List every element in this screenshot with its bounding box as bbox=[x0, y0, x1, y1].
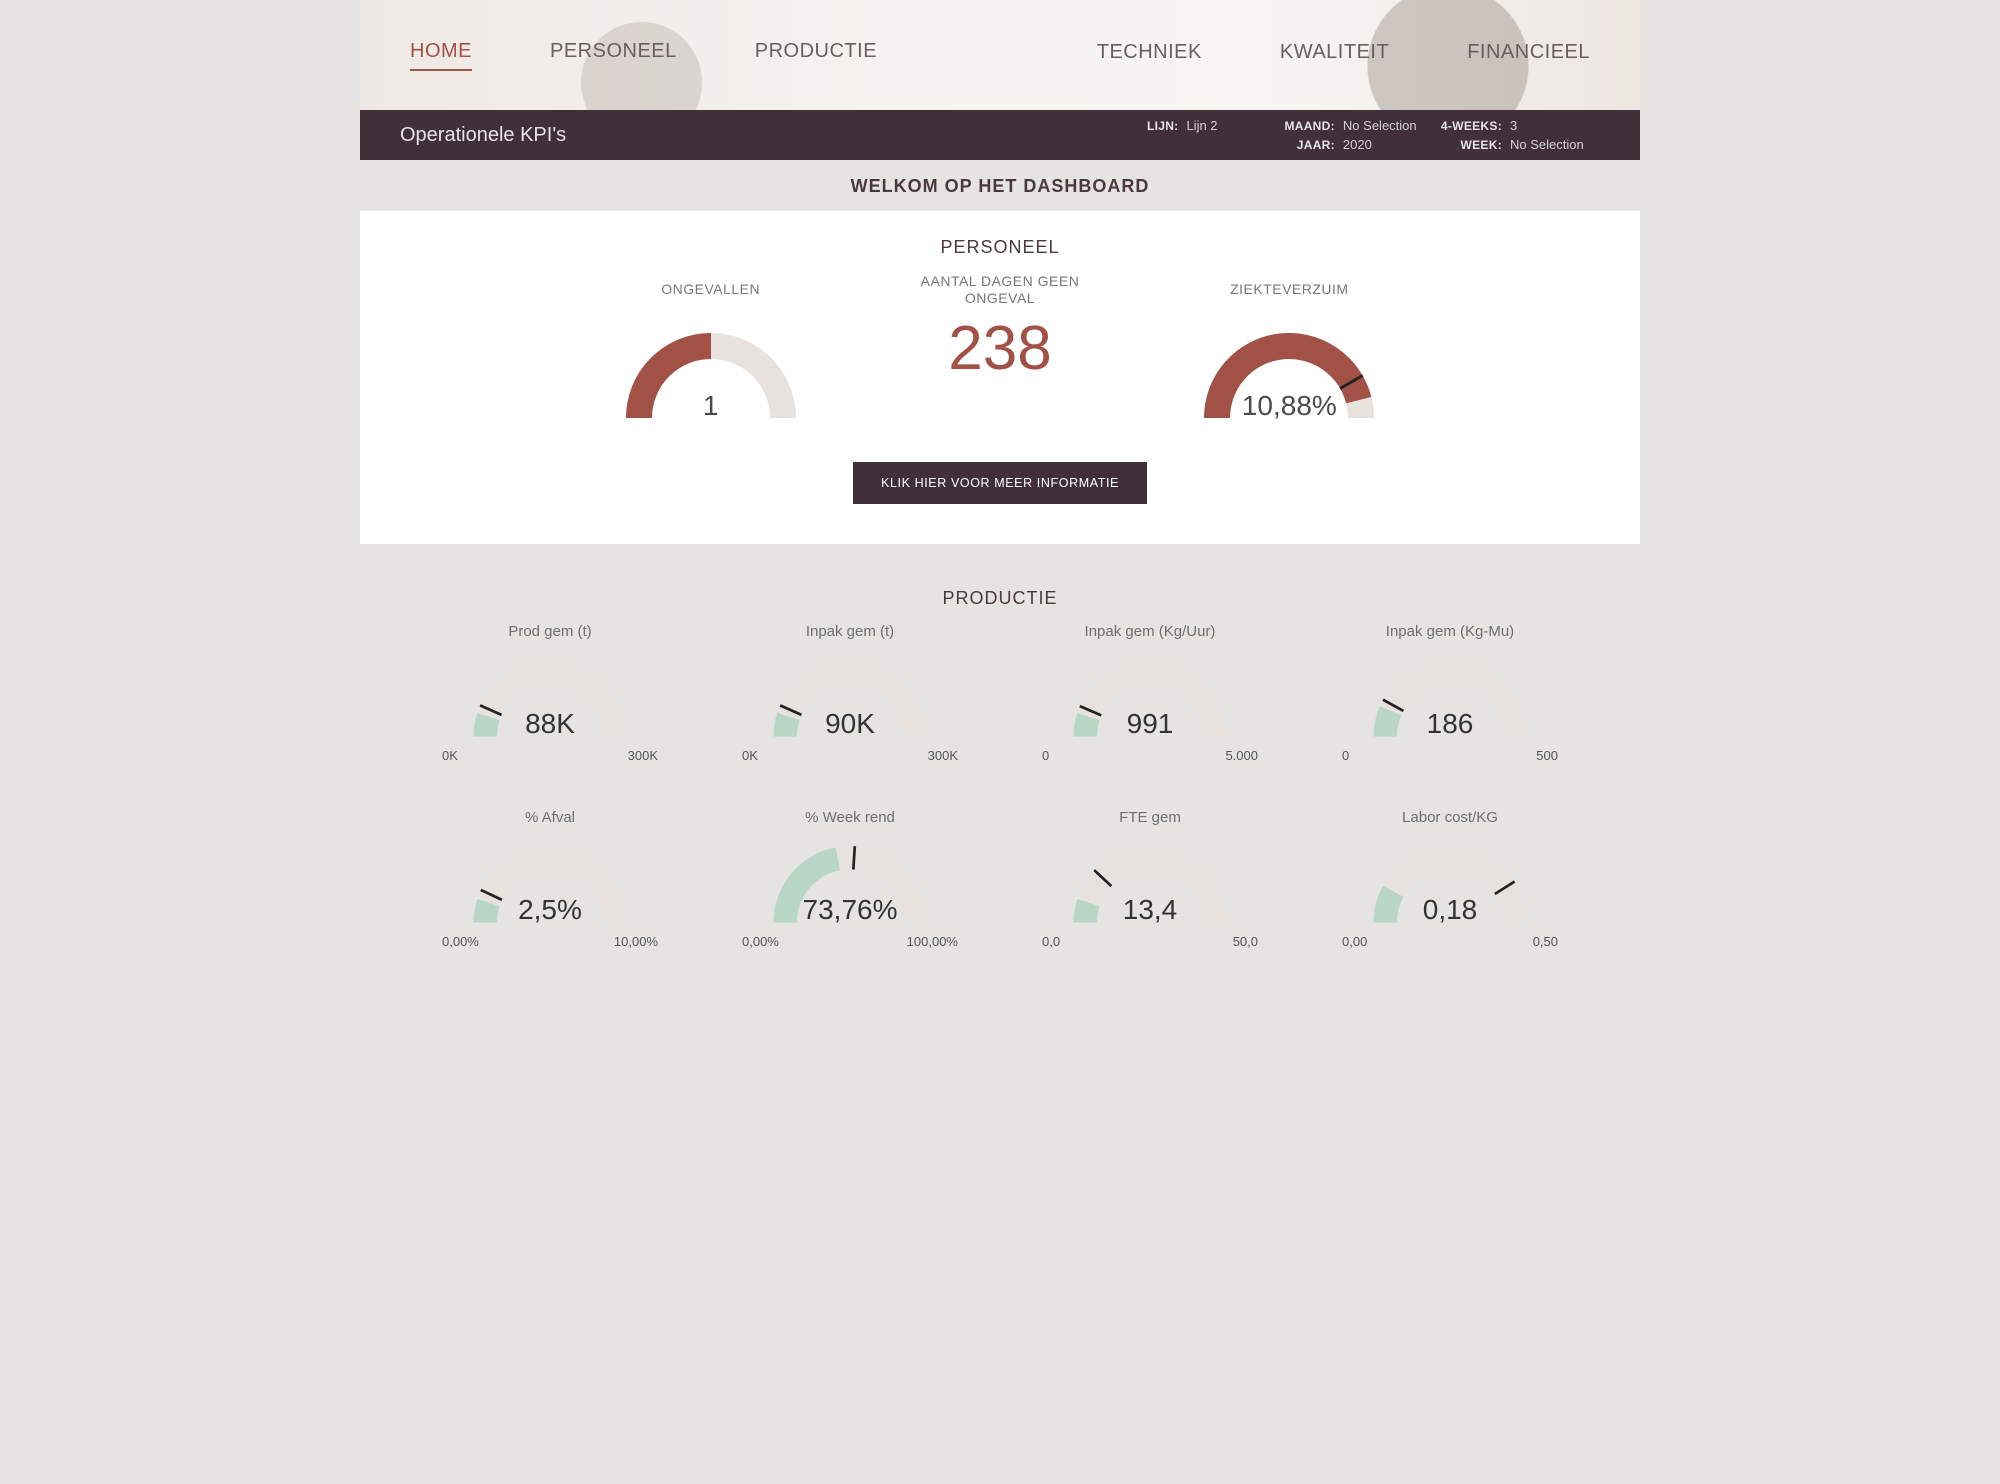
gauge-title-6: FTE gem bbox=[1020, 809, 1280, 826]
gauge-max-0: 300K bbox=[628, 748, 658, 763]
kpi-bar: Operationele KPI's LIJN: Lijn 2 MAAND: N… bbox=[360, 110, 1640, 160]
gauge-title-2: Inpak gem (Kg/Uur) bbox=[1020, 623, 1280, 640]
gauge-title-4: % Afval bbox=[420, 809, 680, 826]
gauge-value-0: 88K bbox=[460, 708, 640, 740]
personeel-panel: PERSONEEL ONGEVALLEN 1 AANTAL DAGEN GEEN… bbox=[360, 211, 1640, 544]
page: HOME PERSONEEL PRODUCTIE TECHNIEK KWALIT… bbox=[360, 0, 1640, 979]
gauge-ongevallen: 1 bbox=[611, 318, 811, 428]
gauge-title-3: Inpak gem (Kg-Mu) bbox=[1320, 623, 1580, 640]
gauge-card-3: Inpak gem (Kg-Mu) 186 0 500 bbox=[1320, 623, 1580, 763]
productie-grid: Prod gem (t) 88K 0K 300K Inpak gem (t) 9… bbox=[420, 623, 1580, 949]
gauge-value-7: 0,18 bbox=[1360, 894, 1540, 926]
gauge-card-6: FTE gem 13,4 0,0 50,0 bbox=[1020, 809, 1280, 949]
filter-week-value[interactable]: No Selection bbox=[1510, 137, 1600, 152]
nav-financieel[interactable]: FINANCIEEL bbox=[1467, 41, 1590, 70]
kpi-title: Operationele KPI's bbox=[400, 124, 566, 147]
filter-lijn-value[interactable]: Lijn 2 bbox=[1186, 118, 1276, 133]
value-dagen: 238 bbox=[921, 318, 1080, 380]
card-ongevallen: ONGEVALLEN 1 bbox=[611, 272, 811, 428]
label-dagen: AANTAL DAGEN GEEN ONGEVAL bbox=[921, 272, 1080, 308]
card-dagen: AANTAL DAGEN GEEN ONGEVAL 238 bbox=[921, 272, 1080, 380]
gauge-min-0: 0K bbox=[442, 748, 458, 763]
nav-personeel[interactable]: PERSONEEL bbox=[550, 40, 677, 71]
gauge-min-1: 0K bbox=[742, 748, 758, 763]
nav-left: HOME PERSONEEL PRODUCTIE bbox=[410, 40, 877, 71]
gauge-value-4: 2,5% bbox=[460, 894, 640, 926]
gauge-min-3: 0 bbox=[1342, 748, 1349, 763]
gauge-min-6: 0,0 bbox=[1042, 934, 1060, 949]
gauge-value-6: 13,4 bbox=[1060, 894, 1240, 926]
label-ongevallen: ONGEVALLEN bbox=[611, 272, 811, 308]
gauge-max-7: 0,50 bbox=[1533, 934, 1558, 949]
filter-maand-value[interactable]: No Selection bbox=[1343, 118, 1433, 133]
gauge-value-1: 90K bbox=[760, 708, 940, 740]
gauge-card-0: Prod gem (t) 88K 0K 300K bbox=[420, 623, 680, 763]
gauge-max-3: 500 bbox=[1536, 748, 1558, 763]
gauge-min-2: 0 bbox=[1042, 748, 1049, 763]
filter-jaar-label: JAAR: bbox=[1284, 138, 1334, 152]
filter-4weeks-value[interactable]: 3 bbox=[1510, 118, 1600, 133]
productie-title: PRODUCTIE bbox=[420, 588, 1580, 609]
value-ziekte: 10,88% bbox=[1189, 390, 1389, 422]
gauge-value-3: 186 bbox=[1360, 708, 1540, 740]
filter-maand-label: MAAND: bbox=[1284, 119, 1334, 133]
gauge-card-7: Labor cost/KG 0,18 0,00 0,50 bbox=[1320, 809, 1580, 949]
nav-productie[interactable]: PRODUCTIE bbox=[755, 40, 877, 71]
filter-week-label: WEEK: bbox=[1441, 138, 1502, 152]
gauge-ziekte: 10,88% bbox=[1189, 318, 1389, 428]
gauge-min-5: 0,00% bbox=[742, 934, 779, 949]
gauge-max-5: 100,00% bbox=[907, 934, 958, 949]
gauge-value-2: 991 bbox=[1060, 708, 1240, 740]
gauge-min-7: 0,00 bbox=[1342, 934, 1367, 949]
gauge-card-1: Inpak gem (t) 90K 0K 300K bbox=[720, 623, 980, 763]
nav-home[interactable]: HOME bbox=[410, 40, 472, 71]
gauge-max-2: 5.000 bbox=[1225, 748, 1258, 763]
gauge-card-5: % Week rend 73,76% 0,00% 100,00% bbox=[720, 809, 980, 949]
gauge-max-1: 300K bbox=[928, 748, 958, 763]
more-info-button[interactable]: KLIK HIER VOOR MEER INFORMATIE bbox=[853, 462, 1147, 504]
filter-grid: LIJN: Lijn 2 MAAND: No Selection 4-WEEKS… bbox=[1147, 118, 1600, 152]
nav-bar: HOME PERSONEEL PRODUCTIE TECHNIEK KWALIT… bbox=[360, 0, 1640, 110]
personeel-title: PERSONEEL bbox=[360, 237, 1640, 258]
gauge-title-5: % Week rend bbox=[720, 809, 980, 826]
welcome-banner: WELKOM OP HET DASHBOARD bbox=[360, 160, 1640, 211]
personeel-row: ONGEVALLEN 1 AANTAL DAGEN GEEN ONGEVAL 2… bbox=[360, 272, 1640, 428]
gauge-max-4: 10,00% bbox=[614, 934, 658, 949]
nav-techniek[interactable]: TECHNIEK bbox=[1097, 41, 1202, 70]
filter-lijn-label: LIJN: bbox=[1147, 119, 1179, 133]
nav-kwaliteit[interactable]: KWALITEIT bbox=[1280, 41, 1389, 70]
gauge-min-4: 0,00% bbox=[442, 934, 479, 949]
filter-4weeks-label: 4-WEEKS: bbox=[1441, 119, 1502, 133]
gauge-title-7: Labor cost/KG bbox=[1320, 809, 1580, 826]
gauge-title-0: Prod gem (t) bbox=[420, 623, 680, 640]
label-ziekte: ZIEKTEVERZUIM bbox=[1189, 272, 1389, 308]
filter-jaar-value[interactable]: 2020 bbox=[1343, 137, 1433, 152]
gauge-card-2: Inpak gem (Kg/Uur) 991 0 5.000 bbox=[1020, 623, 1280, 763]
gauge-title-1: Inpak gem (t) bbox=[720, 623, 980, 640]
card-ziekte: ZIEKTEVERZUIM 10,88% bbox=[1189, 272, 1389, 428]
gauge-max-6: 50,0 bbox=[1233, 934, 1258, 949]
header: HOME PERSONEEL PRODUCTIE TECHNIEK KWALIT… bbox=[360, 0, 1640, 110]
nav-right: TECHNIEK KWALITEIT FINANCIEEL bbox=[1097, 41, 1590, 70]
gauge-value-5: 73,76% bbox=[760, 894, 940, 926]
value-ongevallen: 1 bbox=[611, 390, 811, 422]
productie-panel: PRODUCTIE Prod gem (t) 88K 0K 300K Inpak… bbox=[360, 544, 1640, 979]
gauge-card-4: % Afval 2,5% 0,00% 10,00% bbox=[420, 809, 680, 949]
